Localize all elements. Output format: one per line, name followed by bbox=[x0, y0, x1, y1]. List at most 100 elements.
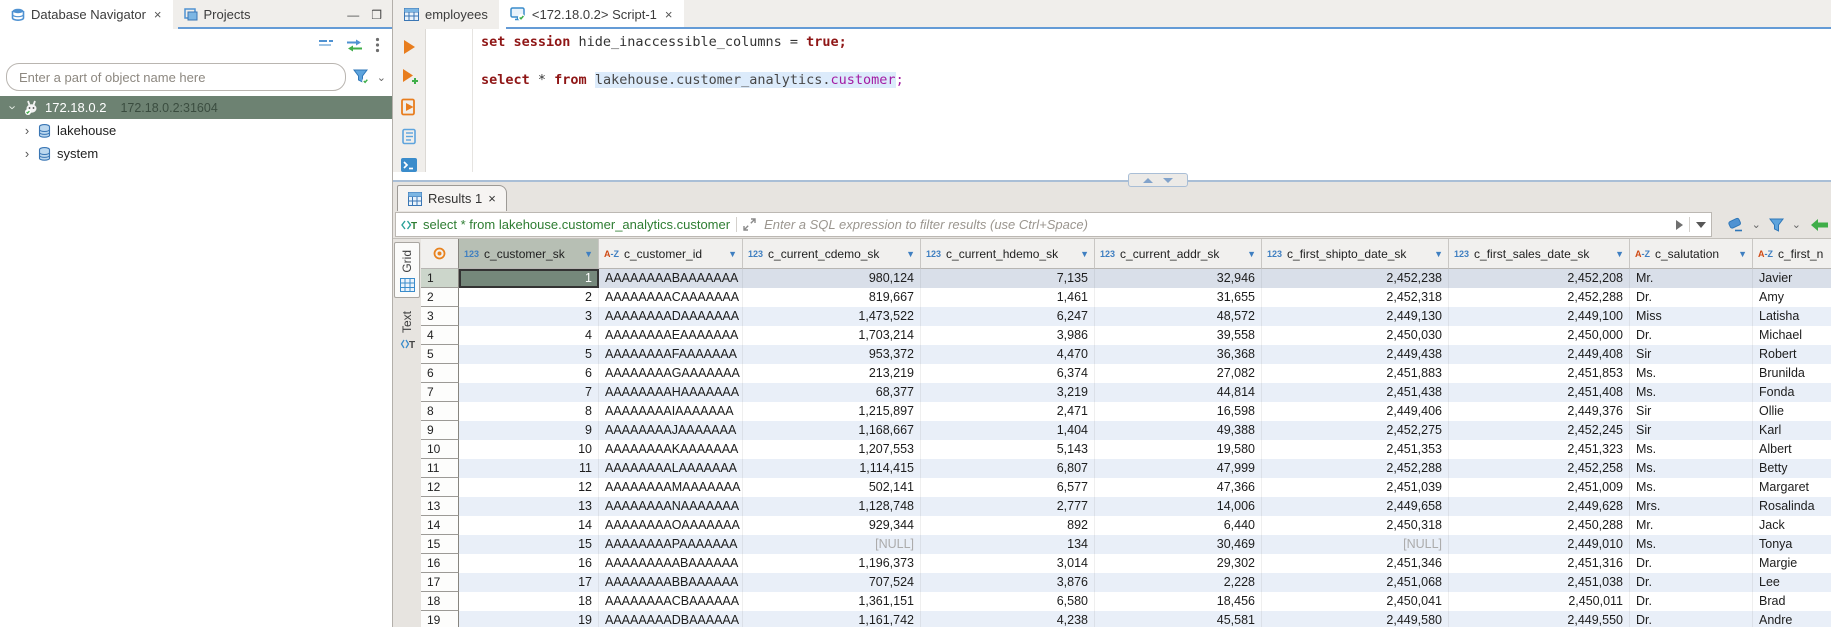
grid-cell[interactable]: 12 bbox=[459, 478, 599, 497]
grid-cell[interactable]: 1,703,214 bbox=[743, 326, 921, 345]
grid-cell[interactable]: 2,450,318 bbox=[1262, 516, 1449, 535]
row-number[interactable]: 2 bbox=[421, 288, 459, 307]
grid-cell[interactable]: Miss bbox=[1630, 307, 1753, 326]
row-number[interactable]: 7 bbox=[421, 383, 459, 402]
column-header-c_current_addr_sk[interactable]: 123c_current_addr_sk▼ bbox=[1095, 239, 1262, 269]
grid-cell[interactable]: 6,577 bbox=[921, 478, 1095, 497]
grid-cell[interactable]: 2,451,883 bbox=[1262, 364, 1449, 383]
minimize-view-icon[interactable]: — bbox=[347, 8, 359, 22]
sort-dropdown-icon[interactable]: ▼ bbox=[724, 249, 737, 259]
grid-cell[interactable]: AAAAAAAACAAAAAAA bbox=[599, 288, 743, 307]
row-number[interactable]: 1 bbox=[421, 269, 459, 288]
grid-cell[interactable]: 2,450,030 bbox=[1262, 326, 1449, 345]
grid-cell[interactable]: 6,374 bbox=[921, 364, 1095, 383]
grid-cell[interactable]: Michael bbox=[1753, 326, 1831, 345]
column-header-c_first_n[interactable]: A-Zc_first_n▼ bbox=[1753, 239, 1831, 269]
grid-cell[interactable]: Dr. bbox=[1630, 573, 1753, 592]
grid-cell[interactable]: 10 bbox=[459, 440, 599, 459]
grid-cell[interactable]: 18,456 bbox=[1095, 592, 1262, 611]
grid-cell[interactable]: Brad bbox=[1753, 592, 1831, 611]
grid-cell[interactable]: 2,449,628 bbox=[1449, 497, 1630, 516]
grid-cell[interactable]: 3,986 bbox=[921, 326, 1095, 345]
grid-cell[interactable]: 1,168,667 bbox=[743, 421, 921, 440]
sort-dropdown-icon[interactable]: ▼ bbox=[1076, 249, 1089, 259]
grid-cell[interactable]: 17 bbox=[459, 573, 599, 592]
grid-cell[interactable]: 213,219 bbox=[743, 364, 921, 383]
sql-code[interactable]: set session hide_inaccessible_columns = … bbox=[473, 29, 1831, 172]
tab-employees[interactable]: employees bbox=[393, 0, 499, 29]
grid-cell[interactable]: 953,372 bbox=[743, 345, 921, 364]
grid-cell[interactable]: AAAAAAAAMAAAAAAA bbox=[599, 478, 743, 497]
sort-dropdown-icon[interactable]: ▼ bbox=[902, 249, 915, 259]
close-icon[interactable]: × bbox=[154, 7, 162, 22]
grid-cell[interactable]: 2,452,275 bbox=[1262, 421, 1449, 440]
grid-cell[interactable]: AAAAAAAAHAAAAAAA bbox=[599, 383, 743, 402]
grid-cell[interactable]: 8 bbox=[459, 402, 599, 421]
grid-cell[interactable]: 2,451,068 bbox=[1262, 573, 1449, 592]
tab-projects[interactable]: Projects bbox=[173, 0, 262, 29]
presentation-tab-grid[interactable]: Grid bbox=[394, 242, 420, 298]
grid-cell[interactable]: 2,452,208 bbox=[1449, 269, 1630, 288]
grid-cell[interactable]: 16,598 bbox=[1095, 402, 1262, 421]
grid-cell[interactable]: 2,449,658 bbox=[1262, 497, 1449, 516]
grid-cell[interactable]: 2,451,853 bbox=[1449, 364, 1630, 383]
grid-cell[interactable]: 2,452,288 bbox=[1449, 288, 1630, 307]
splitter-collapse-handle[interactable] bbox=[1128, 173, 1188, 187]
grid-cell[interactable]: Sir bbox=[1630, 402, 1753, 421]
tree-item-connection[interactable]: › 172.18.0.2 172.18.0.2:31604 bbox=[0, 96, 392, 119]
grid-cell[interactable]: 2,451,009 bbox=[1449, 478, 1630, 497]
grid-cell[interactable]: 4,238 bbox=[921, 611, 1095, 627]
chevron-collapsed-icon[interactable]: › bbox=[22, 123, 32, 138]
maximize-results-icon[interactable] bbox=[1163, 178, 1173, 183]
grid-cell[interactable]: Mr. bbox=[1630, 516, 1753, 535]
grid-cell[interactable]: 19,580 bbox=[1095, 440, 1262, 459]
grid-cell[interactable]: 929,344 bbox=[743, 516, 921, 535]
apply-filter-icon[interactable] bbox=[1676, 220, 1683, 230]
grid-cell[interactable]: 31,655 bbox=[1095, 288, 1262, 307]
close-icon[interactable]: × bbox=[488, 191, 496, 206]
row-number[interactable]: 16 bbox=[421, 554, 459, 573]
grid-cell[interactable]: 2,228 bbox=[1095, 573, 1262, 592]
grid-cell[interactable]: AAAAAAAAGAAAAAAA bbox=[599, 364, 743, 383]
row-number[interactable]: 4 bbox=[421, 326, 459, 345]
grid-cell[interactable]: 2,450,288 bbox=[1449, 516, 1630, 535]
grid-cell[interactable]: Ms. bbox=[1630, 383, 1753, 402]
grid-cell[interactable]: Javier bbox=[1753, 269, 1831, 288]
tree-item-lakehouse[interactable]: › lakehouse bbox=[0, 119, 392, 142]
chevron-collapsed-icon[interactable]: › bbox=[22, 146, 32, 161]
grid-cell[interactable]: 1,461 bbox=[921, 288, 1095, 307]
grid-cell[interactable]: AAAAAAAADBAAAAAA bbox=[599, 611, 743, 627]
filter-history-dropdown-icon[interactable] bbox=[1696, 222, 1706, 228]
grid-cell[interactable]: 36,368 bbox=[1095, 345, 1262, 364]
row-number[interactable]: 14 bbox=[421, 516, 459, 535]
grid-cell[interactable]: 1,128,748 bbox=[743, 497, 921, 516]
sort-dropdown-icon[interactable]: ▼ bbox=[1430, 249, 1443, 259]
grid-cell[interactable]: 2,452,238 bbox=[1262, 269, 1449, 288]
link-with-editor-icon[interactable] bbox=[346, 39, 363, 52]
grid-cell[interactable]: 2,449,010 bbox=[1449, 535, 1630, 554]
grid-cell[interactable]: 2,449,376 bbox=[1449, 402, 1630, 421]
grid-cell[interactable]: 1,361,151 bbox=[743, 592, 921, 611]
erase-filter-icon[interactable] bbox=[1725, 217, 1744, 232]
explain-plan-icon[interactable] bbox=[401, 128, 418, 145]
tab-script-1[interactable]: <172.18.0.2> Script-1 × bbox=[499, 0, 684, 29]
grid-cell[interactable]: Brunilda bbox=[1753, 364, 1831, 383]
grid-cell[interactable]: Mrs. bbox=[1630, 497, 1753, 516]
expand-filter-icon[interactable] bbox=[743, 218, 756, 231]
row-number[interactable]: 18 bbox=[421, 592, 459, 611]
column-header-c_salutation[interactable]: A-Zc_salutation▼ bbox=[1630, 239, 1753, 269]
chevron-down-icon[interactable]: ⌄ bbox=[1752, 218, 1761, 231]
row-number[interactable]: 17 bbox=[421, 573, 459, 592]
grid-cell[interactable]: 14,006 bbox=[1095, 497, 1262, 516]
grid-cell[interactable]: 1 bbox=[459, 269, 599, 288]
grid-cell[interactable]: AAAAAAAAABAAAAAA bbox=[599, 554, 743, 573]
sort-dropdown-icon[interactable]: ▼ bbox=[1734, 249, 1747, 259]
grid-cell[interactable]: 13 bbox=[459, 497, 599, 516]
column-header-c_first_shipto_date_sk[interactable]: 123c_first_shipto_date_sk▼ bbox=[1262, 239, 1449, 269]
grid-cell[interactable]: AAAAAAAAPAAAAAAA bbox=[599, 535, 743, 554]
grid-cell[interactable]: Fonda bbox=[1753, 383, 1831, 402]
grid-cell[interactable]: Dr. bbox=[1630, 611, 1753, 627]
grid-cell[interactable]: 6,440 bbox=[1095, 516, 1262, 535]
column-header-c_current_hdemo_sk[interactable]: 123c_current_hdemo_sk▼ bbox=[921, 239, 1095, 269]
grid-cell[interactable]: AAAAAAAANAAAAAAA bbox=[599, 497, 743, 516]
